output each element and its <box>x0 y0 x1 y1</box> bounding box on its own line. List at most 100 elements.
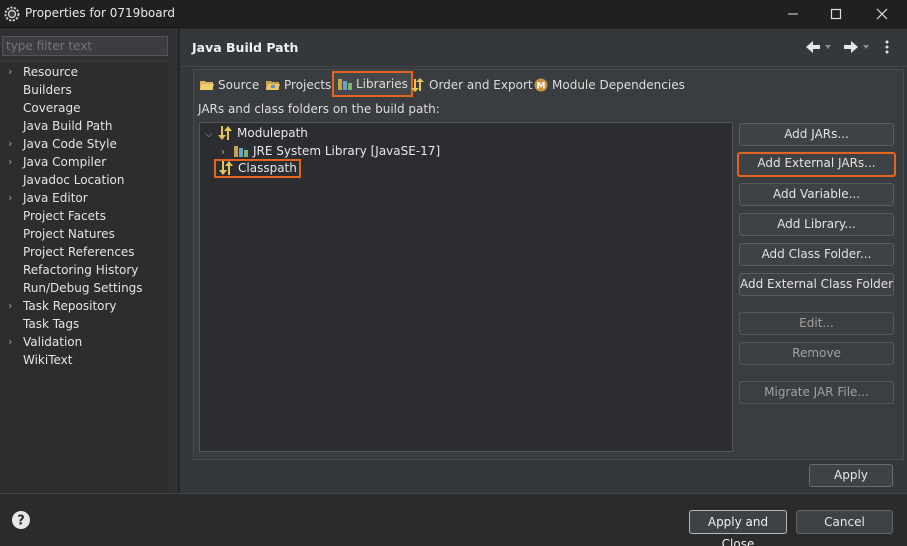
help-icon[interactable]: ? <box>11 510 31 530</box>
nav-item-label: Refactoring History <box>23 263 139 277</box>
library-icon <box>234 145 248 157</box>
tab-label: Projects <box>284 78 332 92</box>
apply-button[interactable]: Apply <box>809 464 893 487</box>
order-export-icon <box>411 77 424 92</box>
tab-libraries[interactable]: Libraries <box>332 71 413 97</box>
header-divider <box>180 66 907 67</box>
maximize-icon <box>830 8 842 20</box>
eclipse-gear-icon <box>4 6 20 22</box>
nav-item-label: Project References <box>23 245 135 259</box>
tab-source[interactable]: Source <box>199 72 259 98</box>
projects-folder-icon <box>266 80 280 90</box>
nav-item-project-natures[interactable]: Project Natures <box>0 225 168 243</box>
forward-arrow-icon[interactable] <box>842 39 872 55</box>
back-arrow-icon[interactable] <box>804 39 834 55</box>
chevron-right-icon[interactable]: › <box>8 63 12 81</box>
chevron-right-icon[interactable]: › <box>8 153 12 171</box>
dialog-button-bar: ? Apply and Close Cancel <box>0 493 907 546</box>
svg-text:?: ? <box>17 514 25 529</box>
libraries-icon <box>338 78 352 90</box>
add-external-class-folder-button[interactable]: Add External Class Folder... <box>739 273 894 296</box>
nav-item-builders[interactable]: Builders <box>0 81 168 99</box>
chevron-right-icon[interactable]: › <box>8 297 12 315</box>
nav-item-java-code-style[interactable]: › Java Code Style <box>0 135 168 153</box>
nav-item-label: Project Facets <box>23 209 106 223</box>
migrate-jar-button[interactable]: Migrate JAR File... <box>739 381 894 404</box>
tree-item-label: Modulepath <box>237 126 308 140</box>
add-library-button[interactable]: Add Library... <box>739 213 894 236</box>
remove-button[interactable]: Remove <box>739 342 894 365</box>
close-button[interactable] <box>859 0 905 28</box>
tree-item-label: JRE System Library [JavaSE-17] <box>253 144 441 158</box>
nav-item-task-repository[interactable]: › Task Repository <box>0 297 168 315</box>
nav-item-label: Validation <box>23 335 83 349</box>
tab-order-and-export[interactable]: Order and Export <box>410 72 533 98</box>
nav-item-label: Java Code Style <box>23 137 117 151</box>
modulepath-icon <box>218 125 232 140</box>
module-icon: M <box>534 78 548 91</box>
add-jars-button[interactable]: Add JARs... <box>739 123 894 146</box>
title-bar: Properties for 0719board <box>0 0 907 28</box>
nav-item-run-debug-settings[interactable]: Run/Debug Settings <box>0 279 168 297</box>
add-class-folder-button[interactable]: Add Class Folder... <box>739 243 894 266</box>
chevron-right-icon[interactable]: › <box>8 135 12 153</box>
nav-item-label: Builders <box>23 83 72 97</box>
tab-label: Module Dependencies <box>552 78 685 92</box>
nav-item-label: Coverage <box>23 101 81 115</box>
nav-item-wikitext[interactable]: WikiText <box>0 351 168 369</box>
filter-input[interactable] <box>2 36 168 56</box>
maximize-button[interactable] <box>813 0 859 28</box>
svg-text:M: M <box>537 81 546 91</box>
nav-item-label: Task Repository <box>23 299 117 313</box>
minimize-icon <box>788 13 798 15</box>
tree-item-jre-system-library[interactable]: › JRE System Library [JavaSE-17] <box>221 142 440 160</box>
tab-label: Libraries <box>356 77 408 91</box>
nav-item-project-references[interactable]: Project References <box>0 243 168 261</box>
nav-item-java-editor[interactable]: › Java Editor <box>0 189 168 207</box>
minimize-button[interactable] <box>770 0 816 28</box>
apply-and-close-button[interactable]: Apply and Close <box>689 510 787 546</box>
nav-item-validation[interactable]: › Validation <box>0 333 168 351</box>
edit-button[interactable]: Edit... <box>739 312 894 335</box>
nav-item-label: Task Tags <box>23 317 80 331</box>
nav-item-coverage[interactable]: Coverage <box>0 99 168 117</box>
cancel-button[interactable]: Cancel <box>796 510 893 534</box>
nav-item-project-facets[interactable]: Project Facets <box>0 207 168 225</box>
libraries-tree[interactable]: ⌵ Modulepath › JRE System Library [JavaSE-… <box>199 122 733 452</box>
add-variable-button[interactable]: Add Variable... <box>739 183 894 206</box>
build-path-tabs: Source Projects Libraries Order and Expo… <box>193 69 904 460</box>
property-nav-pane: › Resource Builders Coverage Java Build P… <box>0 29 179 493</box>
nav-item-refactoring-history[interactable]: Refactoring History <box>0 261 168 279</box>
tree-item-classpath[interactable]: Classpath <box>214 159 301 178</box>
nav-item-java-compiler[interactable]: › Java Compiler <box>0 153 168 171</box>
nav-item-task-tags[interactable]: Task Tags <box>0 315 168 333</box>
nav-item-label: Java Build Path <box>23 119 113 133</box>
nav-item-resource[interactable]: › Resource <box>0 63 168 81</box>
chevron-right-icon[interactable]: › <box>8 189 12 207</box>
nav-item-label: Project Natures <box>23 227 115 241</box>
nav-item-javadoc-location[interactable]: Javadoc Location <box>0 171 168 189</box>
more-menu-icon[interactable] <box>883 39 891 55</box>
tab-label: Order and Export <box>429 78 533 92</box>
nav-item-label: Java Compiler <box>23 155 107 169</box>
nav-item-label: Run/Debug Settings <box>23 281 143 295</box>
add-external-jars-button[interactable]: Add External JARs... <box>737 152 896 177</box>
nav-item-label: Resource <box>23 65 79 79</box>
nav-item-java-build-path[interactable]: Java Build Path <box>0 117 168 135</box>
tab-module-dependencies[interactable]: M Module Dependencies <box>533 72 685 98</box>
tab-label: Source <box>218 78 260 92</box>
build-path-label: JARs and class folders on the build path… <box>198 102 440 116</box>
source-folder-icon <box>200 80 214 90</box>
tab-projects[interactable]: Projects <box>265 72 331 98</box>
page-title: Java Build Path <box>192 40 299 55</box>
properties-page: Java Build Path Source Projects Librarie… <box>180 29 907 493</box>
close-icon <box>876 8 888 20</box>
chevron-down-icon[interactable]: ⌵ <box>205 126 217 144</box>
chevron-right-icon[interactable]: › <box>8 333 12 351</box>
nav-item-label: Java Editor <box>23 191 88 205</box>
tree-item-modulepath[interactable]: ⌵ Modulepath <box>205 124 308 142</box>
classpath-icon <box>219 160 233 175</box>
nav-item-label: Javadoc Location <box>23 173 125 187</box>
window-title: Properties for 0719board <box>25 6 175 20</box>
property-nav-list: › Resource Builders Coverage Java Build P… <box>0 61 168 493</box>
